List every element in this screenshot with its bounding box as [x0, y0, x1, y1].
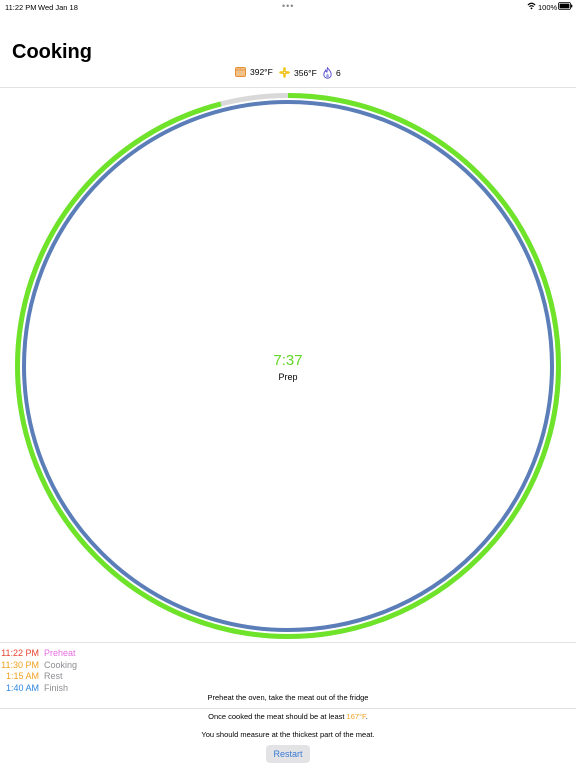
- schedule-time: 1:40 AM: [5, 682, 39, 693]
- schedule-time: 1:15 AM: [5, 671, 39, 681]
- status-bar: 11:22 PM Wed Jan 18 ••• 100%: [0, 0, 576, 14]
- battery-percentage: 100%: [538, 3, 558, 12]
- target-prefix: Once cooked the meat should be at least: [208, 712, 347, 721]
- divider: [0, 642, 576, 643]
- status-date: Wed Jan 18: [38, 3, 78, 12]
- fan-temperature: 356°F: [279, 67, 317, 78]
- battery-icon: [558, 2, 573, 12]
- schedule-label: Cooking: [44, 659, 78, 670]
- target-temperature: 167°F: [346, 712, 366, 721]
- schedule-label: Rest: [44, 671, 63, 681]
- multitasking-dots-icon[interactable]: •••: [282, 1, 294, 11]
- cooking-settings: 392°F 356°F 6: [0, 67, 576, 81]
- timer-phase: Prep: [278, 372, 298, 382]
- schedule-time: 11:30 PM: [1, 659, 39, 670]
- oven-icon: [235, 67, 246, 77]
- timer-remaining: 7:37: [273, 352, 303, 369]
- schedule-time: 11:22 PM: [1, 648, 39, 658]
- divider: [0, 708, 576, 709]
- wifi-icon: [527, 2, 536, 12]
- status-time: 11:22 PM: [5, 3, 37, 12]
- fan-icon: [279, 67, 290, 78]
- restart-button[interactable]: Restart: [266, 745, 310, 763]
- target-temperature-note: Once cooked the meat should be at least …: [0, 712, 576, 721]
- target-suffix: .: [365, 712, 368, 721]
- flame-icon: [323, 67, 332, 79]
- schedule-label: Preheat: [44, 648, 76, 658]
- current-step-instruction: Preheat the oven, take the meat out of t…: [207, 693, 369, 702]
- oven-temperature: 392°F: [235, 67, 273, 77]
- gas-level: 6: [323, 67, 341, 79]
- oven-temperature-value: 392°F: [250, 67, 273, 77]
- page-title: Cooking: [12, 41, 92, 63]
- gas-level-value: 6: [336, 68, 341, 78]
- measure-note: You should measure at the thickest part …: [201, 730, 375, 739]
- fan-temperature-value: 356°F: [294, 67, 317, 78]
- schedule-label: Finish: [44, 682, 69, 693]
